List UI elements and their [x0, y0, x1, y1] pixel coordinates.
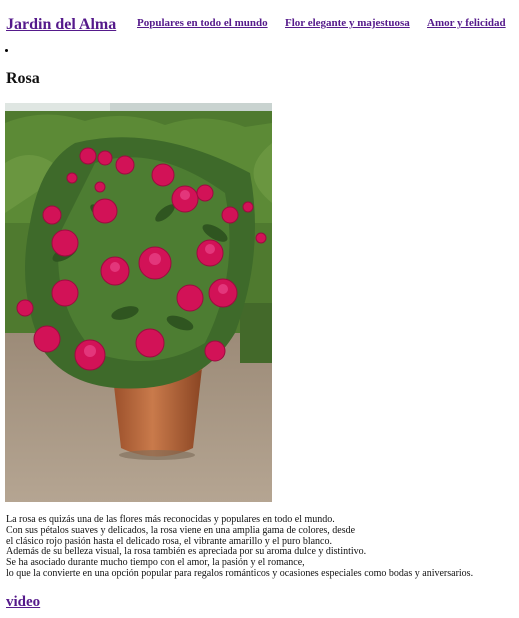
description-line: Con sus pétalos suaves y delicados, la r…: [6, 524, 356, 536]
nav-link-amor[interactable]: Amor y felicidad: [427, 17, 506, 29]
brand-link[interactable]: Jardin del Alma: [6, 16, 116, 34]
page-title: Rosa: [6, 70, 40, 87]
rose-photo-illustration: [5, 103, 272, 502]
rose-photo: [5, 103, 272, 502]
video-link[interactable]: video: [6, 594, 40, 611]
description-line: lo que la convierte en una opción popula…: [6, 567, 474, 579]
top-navigation: Jardin del Alma Populares en todo el mun…: [6, 16, 511, 38]
list-bullet: [5, 49, 8, 52]
description-paragraph: La rosa es quizás una de las flores más …: [6, 514, 516, 580]
nav-link-populares[interactable]: Populares en todo el mundo: [137, 17, 268, 29]
nav-link-flor-elegante[interactable]: Flor elegante y majestuosa: [285, 17, 410, 29]
